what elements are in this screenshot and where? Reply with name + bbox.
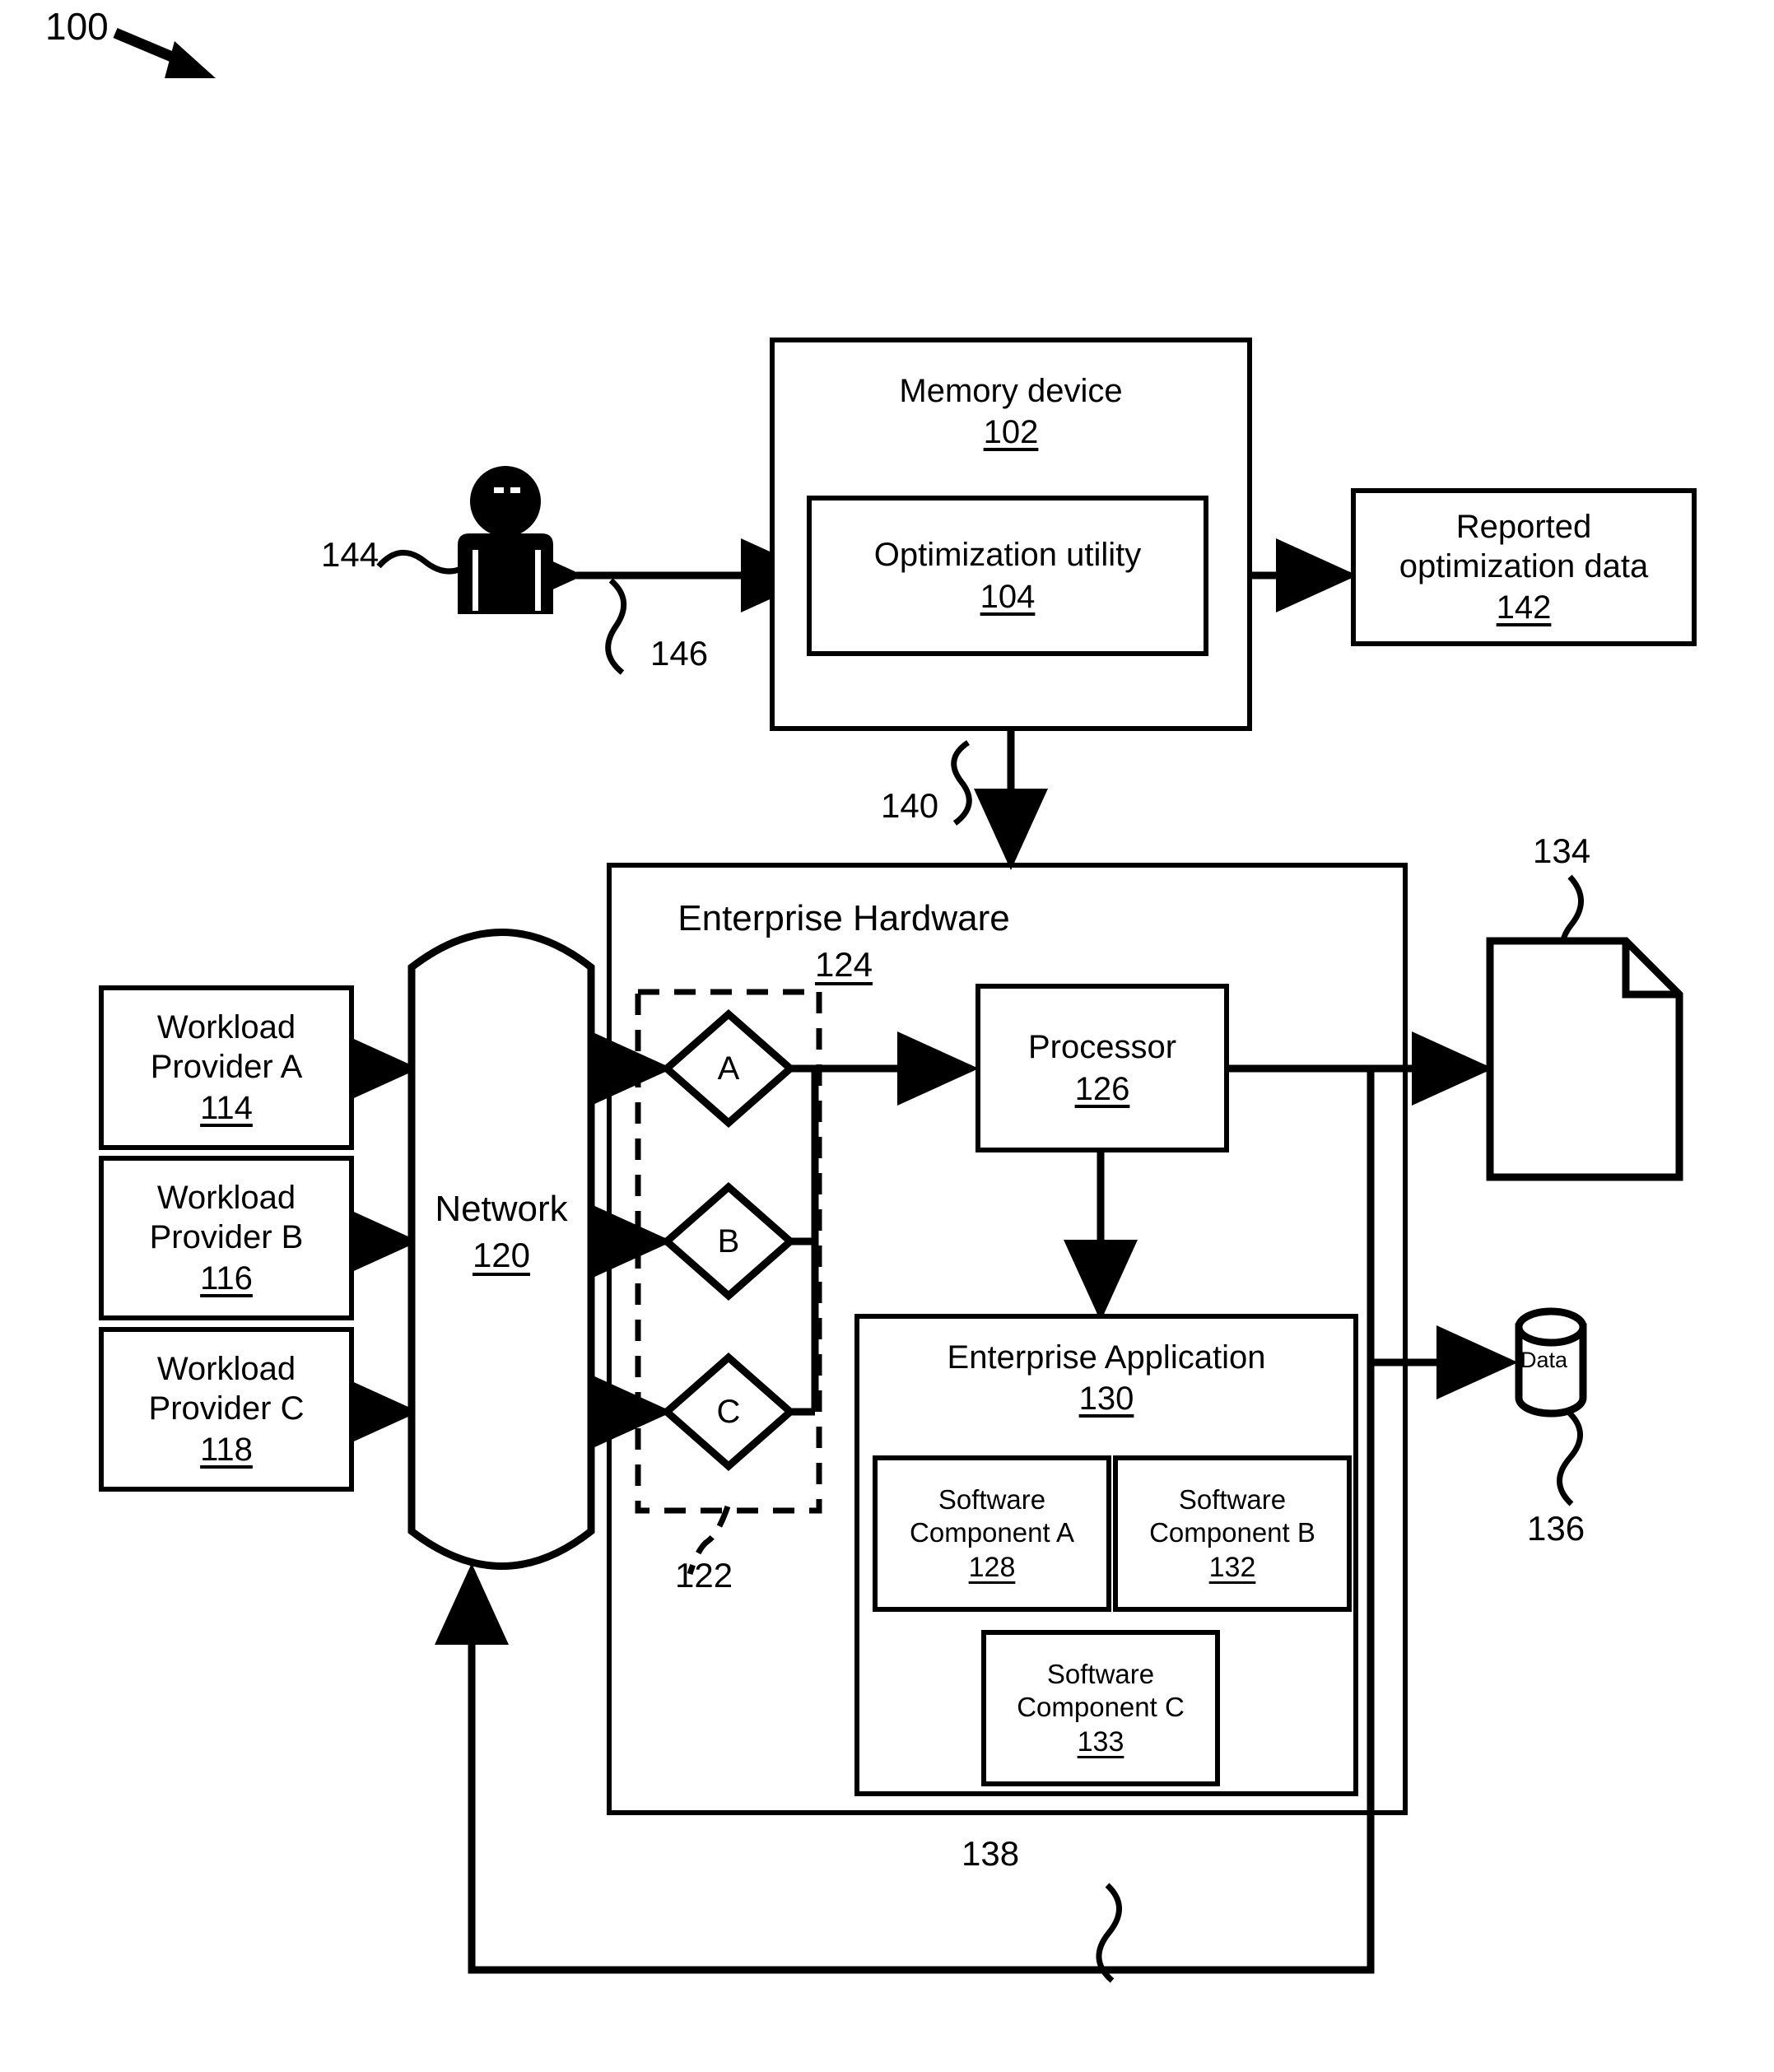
software-component-c-box: Software Component C 133 <box>981 1630 1220 1786</box>
reported-optimization-data-box: Reported optimization data 142 <box>1351 488 1697 646</box>
software-component-c-title: Software Component C <box>1017 1658 1185 1722</box>
software-component-a-title: Software Component A <box>910 1483 1074 1548</box>
database-ref-label: 136 <box>1527 1509 1585 1548</box>
workload-provider-a-number: 114 <box>200 1089 253 1126</box>
workload-provider-a-title: Workload Provider A <box>150 1009 303 1085</box>
software-component-b-number: 132 <box>1208 1552 1256 1584</box>
software-component-b-title: Software Component B <box>1149 1483 1315 1548</box>
software-component-a-box: Software Component A 128 <box>873 1455 1111 1612</box>
optimization-utility-title: Optimization utility <box>873 537 1142 574</box>
enterprise-hardware-header: Enterprise Hardware 124 <box>659 897 1029 985</box>
links-workload-to-network <box>338 1031 419 1449</box>
enterprise-hardware-title: Enterprise Hardware <box>677 898 1010 938</box>
queue-group-ref-label: 122 <box>675 1556 733 1595</box>
figure-ref-arrow <box>113 28 216 78</box>
link-140-label: 140 <box>881 786 939 825</box>
patent-figure-canvas: 100 Memory device 102 Optimization utili… <box>0 0 1774 2072</box>
memory-device-number: 102 <box>983 414 1039 451</box>
workload-provider-b-number: 116 <box>200 1259 253 1297</box>
processor-box: Processor 126 <box>975 984 1229 1152</box>
feedback-ref-label: 138 <box>961 1834 1020 1873</box>
software-component-a-number: 128 <box>968 1552 1016 1584</box>
document-icon <box>1486 937 1683 1181</box>
network-number: 120 <box>472 1235 531 1274</box>
database-label: Data <box>1520 1348 1568 1372</box>
link-146-label: 146 <box>650 634 709 673</box>
software-component-c-number: 133 <box>1077 1726 1124 1758</box>
workload-provider-b-title: Workload Provider B <box>149 1180 304 1255</box>
network-title: Network <box>435 1189 568 1229</box>
software-component-b-box: Software Component B 132 <box>1113 1455 1352 1612</box>
queue-label-b: B <box>717 1222 740 1259</box>
workload-provider-c-title: Workload Provider C <box>148 1351 305 1427</box>
optimization-utility-box: Optimization utility 104 <box>807 496 1208 656</box>
enterprise-application-title: Enterprise Application <box>947 1339 1266 1376</box>
document-ref-label: 134 <box>1533 831 1591 870</box>
reported-optimization-data-title: Reported optimization data <box>1399 509 1649 584</box>
processor-title: Processor <box>1027 1029 1177 1066</box>
user-ref-label: 144 <box>321 535 379 574</box>
workload-provider-c-box: Workload Provider C 118 <box>99 1327 354 1492</box>
network-label: Network 120 <box>412 1188 591 1276</box>
workload-provider-a-box: Workload Provider A 114 <box>99 985 354 1150</box>
workload-provider-b-box: Workload Provider B 116 <box>99 1156 354 1320</box>
queue-label-a: A <box>717 1050 740 1087</box>
enterprise-hardware-number: 124 <box>814 944 873 984</box>
workload-provider-c-number: 118 <box>200 1431 253 1468</box>
person-icon <box>458 466 553 614</box>
reported-optimization-data-number: 142 <box>1496 589 1552 626</box>
memory-device-title: Memory device <box>899 373 1123 409</box>
leader-136 <box>1557 1409 1583 1506</box>
queue-label-c: C <box>716 1393 741 1430</box>
processor-number: 126 <box>1074 1070 1130 1107</box>
figure-ref-label: 100 <box>45 5 109 48</box>
optimization-utility-number: 104 <box>980 578 1036 615</box>
enterprise-application-number: 130 <box>1078 1381 1134 1418</box>
